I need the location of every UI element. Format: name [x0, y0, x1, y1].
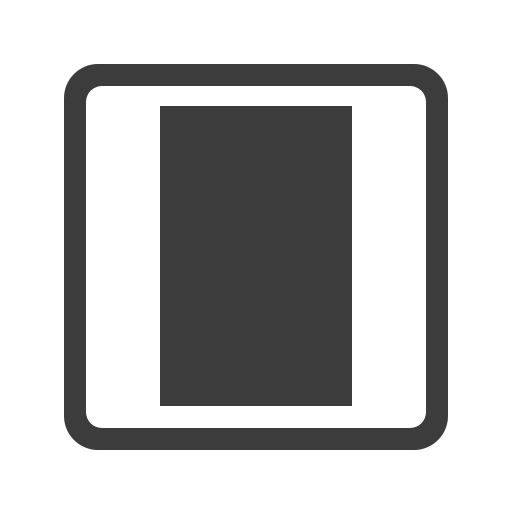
center-block — [160, 106, 352, 406]
icon-canvas — [0, 0, 512, 512]
